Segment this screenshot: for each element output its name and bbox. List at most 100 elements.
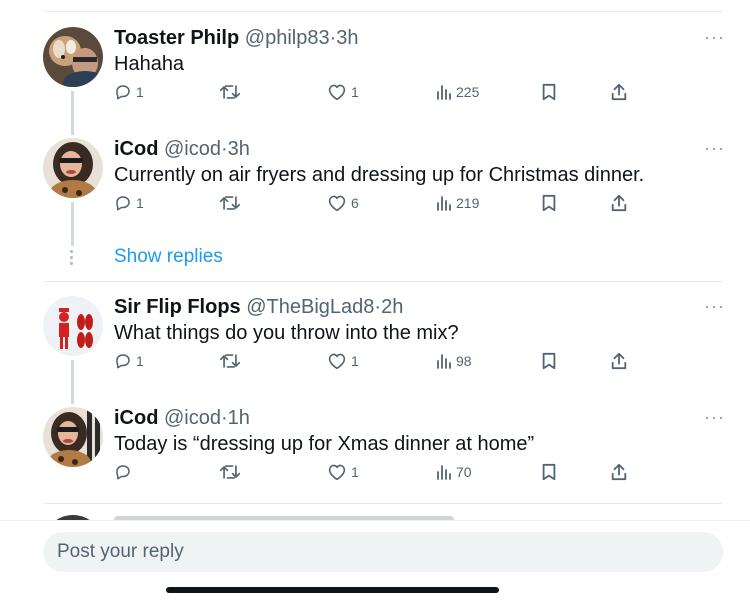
conversation-divider bbox=[44, 503, 722, 504]
reply-count: 1 bbox=[136, 195, 144, 211]
bookmark-button[interactable] bbox=[541, 192, 557, 214]
view-count: 225 bbox=[456, 84, 480, 100]
view-count: 98 bbox=[456, 353, 472, 369]
avatar[interactable] bbox=[43, 407, 103, 467]
thread-line bbox=[71, 202, 74, 246]
share-button[interactable] bbox=[610, 461, 628, 483]
reply-button[interactable] bbox=[114, 461, 136, 483]
separator-dot: · bbox=[221, 138, 228, 160]
views-button[interactable]: 219 bbox=[436, 192, 479, 214]
handle[interactable]: @philp83 bbox=[245, 27, 330, 49]
retweet-button[interactable] bbox=[219, 461, 241, 483]
like-count: 1 bbox=[351, 84, 359, 100]
tweet[interactable]: Toaster Philp @philp83·3h ··· Hahaha 1 1… bbox=[0, 25, 750, 135]
tweet[interactable]: Sir Flip Flops @TheBigLad8·2h ··· What t… bbox=[0, 294, 750, 404]
display-name[interactable]: iCod bbox=[114, 407, 158, 429]
like-button[interactable]: 6 bbox=[327, 192, 359, 214]
share-icon bbox=[611, 463, 627, 481]
bookmark-icon bbox=[542, 83, 556, 101]
tweet-text: Today is “dressing up for Xmas dinner at… bbox=[114, 433, 535, 455]
handle[interactable]: @icod bbox=[164, 407, 221, 429]
share-button[interactable] bbox=[610, 81, 628, 103]
reply-count: 1 bbox=[136, 353, 144, 369]
thread-line bbox=[71, 91, 74, 135]
thread-line bbox=[71, 360, 74, 404]
show-replies-row: Show replies bbox=[0, 244, 750, 274]
reply-icon bbox=[116, 196, 130, 211]
reply-icon bbox=[116, 85, 130, 100]
views-button[interactable]: 98 bbox=[436, 350, 472, 372]
retweet-button[interactable] bbox=[219, 81, 241, 103]
reply-icon bbox=[116, 354, 130, 369]
views-icon bbox=[437, 354, 451, 369]
more-replies-dots bbox=[70, 250, 74, 268]
like-icon bbox=[328, 84, 346, 101]
handle[interactable]: @TheBigLad8 bbox=[246, 296, 374, 318]
like-count: 1 bbox=[351, 464, 359, 480]
reply-input[interactable] bbox=[43, 532, 723, 572]
separator-dot: · bbox=[221, 407, 228, 429]
like-button[interactable]: 1 bbox=[327, 81, 359, 103]
retweet-icon bbox=[219, 465, 241, 479]
like-count: 1 bbox=[351, 353, 359, 369]
reply-button[interactable]: 1 bbox=[114, 350, 144, 372]
reply-button[interactable]: 1 bbox=[114, 192, 144, 214]
tweet[interactable]: iCod @icod·1h ··· Today is “dressing up … bbox=[0, 405, 750, 500]
partial-tweet bbox=[0, 512, 750, 520]
share-icon bbox=[611, 194, 627, 212]
views-icon bbox=[437, 85, 451, 100]
reply-icon bbox=[116, 465, 130, 480]
handle[interactable]: @icod bbox=[164, 138, 221, 160]
bookmark-button[interactable] bbox=[541, 350, 557, 372]
like-button[interactable]: 1 bbox=[327, 350, 359, 372]
retweet-icon bbox=[219, 196, 241, 210]
avatar[interactable] bbox=[43, 138, 103, 198]
like-icon bbox=[328, 195, 346, 212]
share-button[interactable] bbox=[610, 192, 628, 214]
display-name[interactable]: Sir Flip Flops bbox=[114, 296, 241, 318]
retweet-icon bbox=[219, 85, 241, 99]
views-button[interactable]: 70 bbox=[436, 461, 472, 483]
retweet-button[interactable] bbox=[219, 350, 241, 372]
display-name[interactable]: iCod bbox=[114, 138, 158, 160]
timestamp[interactable]: 3h bbox=[336, 27, 358, 49]
display-name[interactable]: Toaster Philp bbox=[114, 27, 239, 49]
view-count: 219 bbox=[456, 195, 480, 211]
more-icon[interactable]: ··· bbox=[704, 297, 725, 315]
reply-button[interactable]: 1 bbox=[114, 81, 144, 103]
tweet-header: iCod @icod·1h bbox=[114, 405, 250, 431]
more-icon[interactable]: ··· bbox=[704, 408, 725, 426]
retweet-icon bbox=[219, 354, 241, 368]
share-button[interactable] bbox=[610, 350, 628, 372]
timestamp[interactable]: 3h bbox=[228, 138, 250, 160]
like-button[interactable]: 1 bbox=[327, 461, 359, 483]
tweet-text: Hahaha bbox=[114, 53, 185, 75]
timestamp[interactable]: 1h bbox=[228, 407, 250, 429]
view-count: 70 bbox=[456, 464, 472, 480]
views-icon bbox=[437, 196, 451, 211]
timestamp[interactable]: 2h bbox=[381, 296, 403, 318]
home-indicator[interactable] bbox=[166, 587, 499, 593]
more-icon[interactable]: ··· bbox=[704, 139, 725, 157]
retweet-button[interactable] bbox=[219, 192, 241, 214]
views-button[interactable]: 225 bbox=[436, 81, 479, 103]
bookmark-icon bbox=[542, 463, 556, 481]
tweet-text: Currently on air fryers and dressing up … bbox=[114, 164, 645, 186]
tweet[interactable]: iCod @icod·3h ··· Currently on air fryer… bbox=[0, 136, 750, 246]
like-icon bbox=[328, 353, 346, 370]
bookmark-button[interactable] bbox=[541, 81, 557, 103]
reply-composer bbox=[0, 520, 750, 600]
reply-count: 1 bbox=[136, 84, 144, 100]
show-replies-link[interactable]: Show replies bbox=[114, 246, 223, 268]
more-icon[interactable]: ··· bbox=[704, 28, 725, 46]
bookmark-icon bbox=[542, 352, 556, 370]
top-divider bbox=[44, 11, 722, 12]
like-icon bbox=[328, 464, 346, 481]
tweet-header: Sir Flip Flops @TheBigLad8·2h bbox=[114, 294, 403, 320]
avatar[interactable] bbox=[43, 296, 103, 356]
bookmark-button[interactable] bbox=[541, 461, 557, 483]
share-icon bbox=[611, 352, 627, 370]
tweet-text: What things do you throw into the mix? bbox=[114, 322, 459, 344]
bookmark-icon bbox=[542, 194, 556, 212]
avatar[interactable] bbox=[43, 27, 103, 87]
